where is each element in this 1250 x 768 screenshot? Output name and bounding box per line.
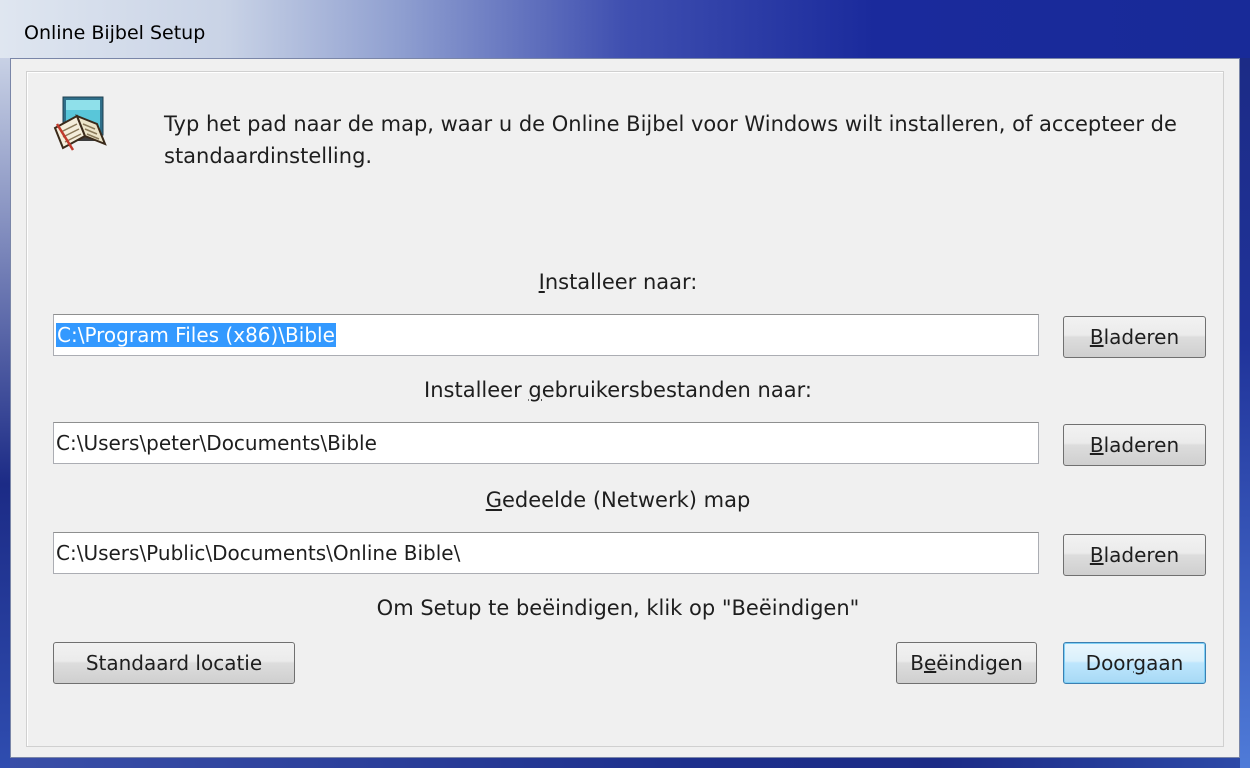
install-dir-input[interactable]: C:\Program Files (x86)\Bible bbox=[53, 314, 1039, 356]
setup-window: Online Bijbel Setup Typ het pad naar de … bbox=[0, 0, 1250, 768]
browse-shared-dir-button[interactable]: Bladeren bbox=[1063, 534, 1206, 576]
shared-dir-value: C:\Users\Public\Documents\Online Bible\ bbox=[56, 541, 461, 565]
intro-text: Typ het pad naar de map, waar u de Onlin… bbox=[164, 112, 1177, 168]
title-bar[interactable]: Online Bijbel Setup bbox=[0, 0, 1250, 58]
shared-dir-label: Gedeelde (Netwerk) map bbox=[485, 488, 751, 512]
dialog-client-area: Typ het pad naar de map, waar u de Onlin… bbox=[10, 58, 1240, 758]
continue-button[interactable]: Doorgaan bbox=[1063, 642, 1206, 684]
user-dir-input[interactable]: C:\Users\peter\Documents\Bible bbox=[53, 422, 1039, 464]
default-location-button[interactable]: Standaard locatie bbox=[53, 642, 295, 684]
install-dir-value: C:\Program Files (x86)\Bible bbox=[56, 323, 336, 347]
install-dir-label: Installeer naar: bbox=[538, 270, 698, 294]
browse-user-dir-button[interactable]: Bladeren bbox=[1063, 424, 1206, 466]
user-dir-value: C:\Users\peter\Documents\Bible bbox=[56, 431, 377, 455]
window-border-left bbox=[0, 58, 10, 768]
browse-install-dir-button[interactable]: Bladeren bbox=[1063, 316, 1206, 358]
footer-note: Om Setup te beëindigen, klik op "Beëindi… bbox=[376, 596, 860, 620]
finish-button[interactable]: Beëindigen bbox=[896, 642, 1037, 684]
shared-dir-input[interactable]: C:\Users\Public\Documents\Online Bible\ bbox=[53, 532, 1039, 574]
user-dir-label: Installeer gebruikersbestanden naar: bbox=[424, 378, 812, 402]
book-setup-icon bbox=[51, 94, 107, 152]
window-title: Online Bijbel Setup bbox=[24, 22, 206, 44]
dialog-panel: Typ het pad naar de map, waar u de Onlin… bbox=[26, 71, 1224, 747]
window-border-right bbox=[1240, 58, 1250, 768]
